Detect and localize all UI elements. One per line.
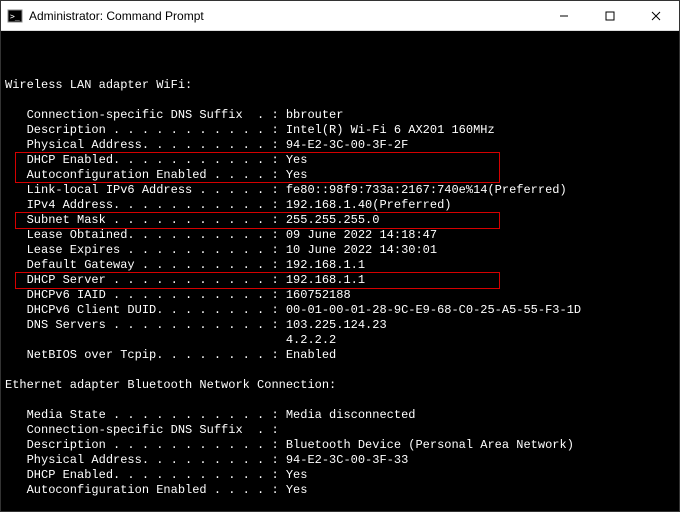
terminal-line: Autoconfiguration Enabled . . . . : Yes bbox=[5, 483, 675, 498]
terminal-line: Media State . . . . . . . . . . . : Medi… bbox=[5, 408, 675, 423]
terminal-line: DNS Servers . . . . . . . . . . . : 103.… bbox=[5, 318, 675, 333]
terminal-line: IPv4 Address. . . . . . . . . . . : 192.… bbox=[5, 198, 675, 213]
terminal-line: NetBIOS over Tcpip. . . . . . . . : Enab… bbox=[5, 348, 675, 363]
terminal-line: Connection-specific DNS Suffix . : bbrou… bbox=[5, 108, 675, 123]
terminal-line: Lease Expires . . . . . . . . . . : 10 J… bbox=[5, 243, 675, 258]
terminal-line: DHCPv6 IAID . . . . . . . . . . . : 1607… bbox=[5, 288, 675, 303]
terminal-line: Subnet Mask . . . . . . . . . . . : 255.… bbox=[5, 213, 675, 228]
terminal-line: Link-local IPv6 Address . . . . . : fe80… bbox=[5, 183, 675, 198]
terminal-line: Autoconfiguration Enabled . . . . : Yes bbox=[5, 168, 675, 183]
terminal-line bbox=[5, 393, 675, 408]
terminal-line: Ethernet adapter Bluetooth Network Conne… bbox=[5, 378, 675, 393]
terminal-line: Wireless LAN adapter WiFi: bbox=[5, 78, 675, 93]
terminal-line: Physical Address. . . . . . . . . : 94-E… bbox=[5, 138, 675, 153]
minimize-button[interactable] bbox=[541, 1, 587, 30]
window-controls bbox=[541, 1, 679, 30]
cmd-icon: >_ bbox=[7, 8, 23, 24]
terminal-area[interactable]: Wireless LAN adapter WiFi: Connection-sp… bbox=[1, 31, 679, 511]
svg-text:>_: >_ bbox=[10, 12, 20, 21]
terminal-line: 4.2.2.2 bbox=[5, 333, 675, 348]
terminal-line bbox=[5, 498, 675, 511]
terminal-line: Description . . . . . . . . . . . : Inte… bbox=[5, 123, 675, 138]
terminal-line: DHCPv6 Client DUID. . . . . . . . : 00-0… bbox=[5, 303, 675, 318]
terminal-line: Physical Address. . . . . . . . . : 94-E… bbox=[5, 453, 675, 468]
close-button[interactable] bbox=[633, 1, 679, 30]
terminal-line: DHCP Enabled. . . . . . . . . . . : Yes bbox=[5, 153, 675, 168]
terminal-line bbox=[5, 93, 675, 108]
terminal-line: Default Gateway . . . . . . . . . : 192.… bbox=[5, 258, 675, 273]
terminal-line: Lease Obtained. . . . . . . . . . : 09 J… bbox=[5, 228, 675, 243]
titlebar[interactable]: >_ Administrator: Command Prompt bbox=[1, 1, 679, 31]
terminal-line: DHCP Server . . . . . . . . . . . : 192.… bbox=[5, 273, 675, 288]
terminal-line bbox=[5, 363, 675, 378]
command-prompt-window: >_ Administrator: Command Prompt Wireles… bbox=[0, 0, 680, 512]
window-title: Administrator: Command Prompt bbox=[29, 9, 541, 23]
terminal-line: DHCP Enabled. . . . . . . . . . . : Yes bbox=[5, 468, 675, 483]
terminal-line: Connection-specific DNS Suffix . : bbox=[5, 423, 675, 438]
maximize-button[interactable] bbox=[587, 1, 633, 30]
terminal-line: Description . . . . . . . . . . . : Blue… bbox=[5, 438, 675, 453]
